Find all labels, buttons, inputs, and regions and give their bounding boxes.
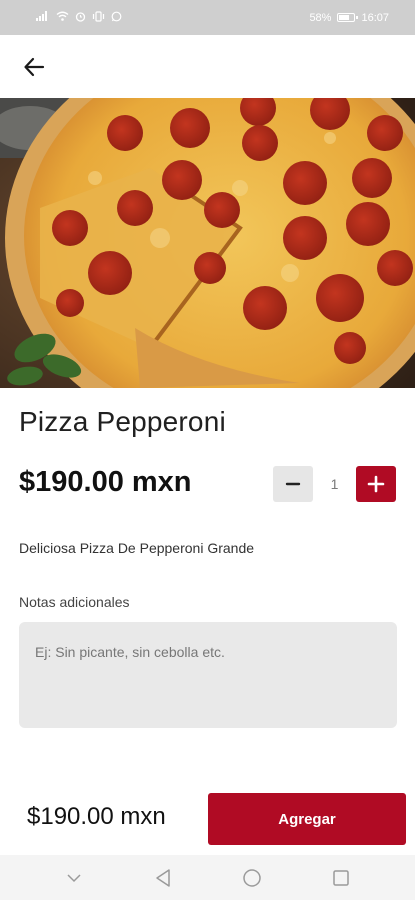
back-triangle-icon [156, 868, 170, 887]
status-icons-right: 58% 16:07 [309, 12, 389, 24]
product-name: Pizza Pepperoni [19, 406, 226, 437]
whatsapp-icon [111, 11, 122, 25]
nav-recents-button[interactable] [319, 858, 363, 898]
notes-field[interactable] [19, 622, 397, 728]
signal-icon [36, 11, 50, 24]
increase-quantity-button[interactable] [356, 466, 396, 502]
quantity-stepper: 1 [273, 466, 396, 502]
decrease-quantity-button[interactable] [273, 466, 313, 502]
vibrate-icon [92, 10, 105, 25]
status-bar: 58% 16:07 [0, 0, 415, 35]
add-to-cart-button[interactable]: Agregar [208, 793, 406, 845]
product-price: $190.00 mxn [19, 466, 192, 498]
chevron-down-icon [67, 873, 81, 882]
plus-icon [367, 475, 385, 493]
system-nav-bar [0, 855, 415, 900]
back-button[interactable] [20, 53, 48, 81]
nav-back-button[interactable] [141, 858, 185, 898]
quantity-value: 1 [330, 476, 339, 492]
product-description: Deliciosa Pizza De Pepperoni Grande [19, 540, 255, 556]
battery-fill [339, 15, 349, 20]
pizza-pepperoni-photo [0, 98, 415, 388]
product-image [0, 98, 415, 388]
total-price: $190.00 mxn [27, 803, 166, 830]
battery-percent: 58% [309, 11, 332, 24]
app-header [0, 35, 415, 98]
notes-label: Notas adicionales [19, 594, 130, 610]
battery-icon [337, 13, 359, 22]
arrow-left-icon [24, 57, 45, 77]
nav-hide-button[interactable] [52, 858, 96, 898]
minus-icon [285, 482, 301, 486]
clock: 16:07 [361, 11, 389, 24]
alarm-icon [75, 11, 86, 25]
recents-square-icon [332, 869, 349, 886]
home-circle-icon [243, 868, 261, 887]
wifi-icon [56, 11, 69, 24]
status-icons-left [36, 10, 122, 25]
nav-home-button[interactable] [230, 858, 274, 898]
